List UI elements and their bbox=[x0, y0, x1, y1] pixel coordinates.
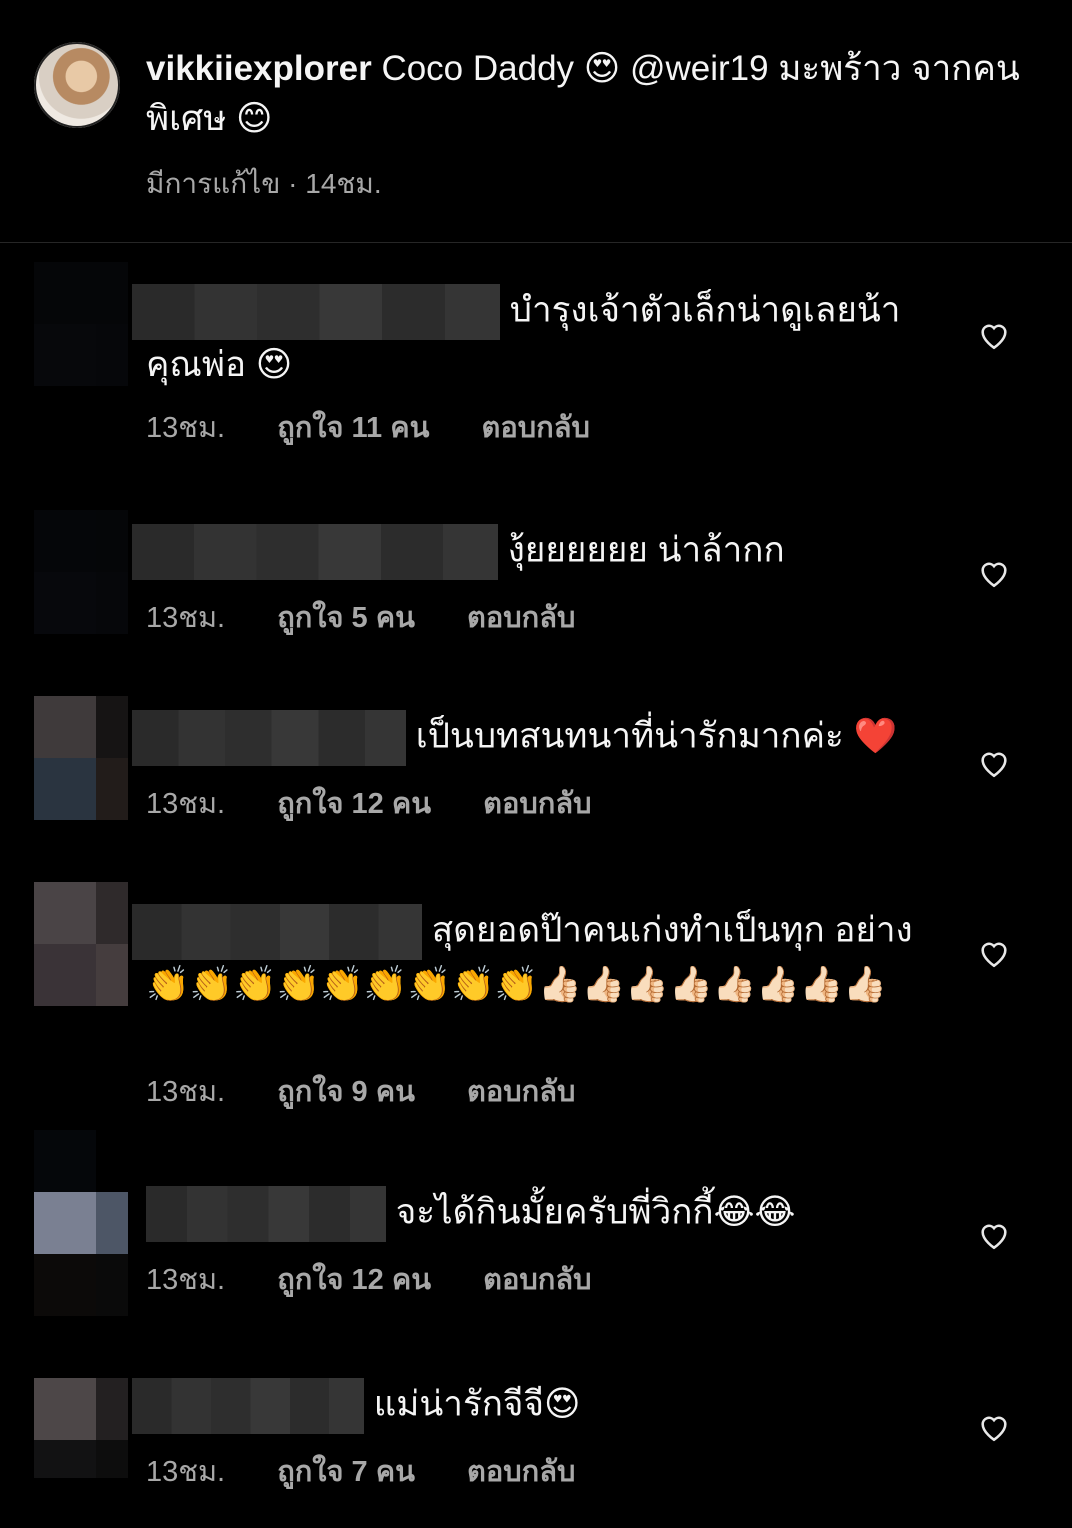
comment-text: แม่น่ารักจีจี😍 bbox=[132, 1378, 936, 1434]
reply-button[interactable]: ตอบกลับ bbox=[467, 1456, 575, 1488]
comment-likes[interactable]: ถูกใจ 11 คน bbox=[277, 412, 429, 444]
comment-body: แม่น่ารักจีจี😍 bbox=[373, 1384, 581, 1424]
like-heart-icon[interactable] bbox=[976, 1410, 1012, 1444]
comment-body: เป็นบทสนทนาที่น่ารักมากค่ะ ❤️ bbox=[415, 716, 898, 756]
like-heart-icon[interactable] bbox=[976, 318, 1012, 352]
comment-meta: 13ชม. ถูกใจ 5 คน ตอบกลับ bbox=[146, 594, 619, 640]
like-heart-icon[interactable] bbox=[976, 1218, 1012, 1252]
redacted-username bbox=[132, 1378, 364, 1434]
redacted-username bbox=[132, 284, 500, 340]
redacted-username bbox=[146, 1186, 386, 1242]
comment-avatar[interactable] bbox=[34, 1130, 128, 1316]
comment-likes[interactable]: ถูกใจ 7 คน bbox=[277, 1456, 415, 1488]
comment-time: 13ชม. bbox=[146, 1264, 226, 1296]
comment-avatar[interactable] bbox=[34, 262, 128, 386]
like-heart-icon[interactable] bbox=[976, 936, 1012, 970]
comment-likes[interactable]: ถูกใจ 12 คน bbox=[277, 1264, 431, 1296]
reply-button[interactable]: ตอบกลับ bbox=[467, 602, 575, 634]
like-heart-icon[interactable] bbox=[976, 746, 1012, 780]
redacted-username bbox=[132, 710, 406, 766]
comment-text: สุดยอดป๊าคนเก่งทำเป็นทุก อย่าง👏👏👏👏👏👏👏👏👏👍… bbox=[132, 904, 936, 1010]
comment-text: บำรุงเจ้าตัวเล็กน่าดูเลยน้า คุณพ่อ 😍 bbox=[132, 284, 936, 390]
comment-meta: 13ชม. ถูกใจ 12 คน ตอบกลับ bbox=[146, 1256, 636, 1302]
comment-text: งุ้ยยยยยย น่าล้ากก bbox=[132, 524, 936, 580]
comment-time: 13ชม. bbox=[146, 1456, 226, 1488]
comment-time: 13ชม. bbox=[146, 1076, 226, 1108]
comment-avatar[interactable] bbox=[34, 1378, 128, 1478]
caption-username[interactable]: vikkiiexplorer bbox=[146, 49, 372, 88]
reply-button[interactable]: ตอบกลับ bbox=[483, 788, 591, 820]
redacted-username bbox=[132, 904, 422, 960]
like-heart-icon[interactable] bbox=[976, 556, 1012, 590]
comment-meta: 13ชม. ถูกใจ 11 คน ตอบกลับ bbox=[146, 404, 634, 450]
caption-meta: มีการแก้ไข · 14ชม. bbox=[146, 168, 382, 199]
comment-avatar[interactable] bbox=[34, 882, 128, 1006]
comment-meta: 13ชม. ถูกใจ 12 คน ตอบกลับ bbox=[146, 780, 636, 826]
comment-likes[interactable]: ถูกใจ 9 คน bbox=[277, 1076, 415, 1108]
reply-button[interactable]: ตอบกลับ bbox=[482, 412, 590, 444]
comment-meta: 13ชม. ถูกใจ 9 คน ตอบกลับ bbox=[146, 1068, 619, 1114]
post-caption: vikkiiexplorer Coco Daddy 😍 @weir19 มะพร… bbox=[0, 0, 1072, 242]
author-avatar[interactable] bbox=[34, 42, 120, 128]
divider bbox=[0, 242, 1072, 243]
comment-text: จะได้กินมั้ยครับพี่วิกกี้😂😂 bbox=[146, 1186, 936, 1242]
caption-text: vikkiiexplorer Coco Daddy 😍 @weir19 มะพร… bbox=[146, 44, 1026, 144]
comment-likes[interactable]: ถูกใจ 12 คน bbox=[277, 788, 431, 820]
redacted-username bbox=[132, 524, 498, 580]
comment-time: 13ชม. bbox=[146, 412, 226, 444]
comment-text: เป็นบทสนทนาที่น่ารักมากค่ะ ❤️ bbox=[132, 710, 936, 766]
comment-time: 13ชม. bbox=[146, 788, 226, 820]
comment-time: 13ชม. bbox=[146, 602, 226, 634]
comment-avatar[interactable] bbox=[34, 510, 128, 634]
comment-body: งุ้ยยยยยย น่าล้ากก bbox=[507, 530, 785, 570]
comment-likes[interactable]: ถูกใจ 5 คน bbox=[277, 602, 415, 634]
reply-button[interactable]: ตอบกลับ bbox=[467, 1076, 575, 1108]
comment-avatar[interactable] bbox=[34, 696, 128, 820]
comment-body: จะได้กินมั้ยครับพี่วิกกี้😂😂 bbox=[395, 1192, 796, 1232]
reply-button[interactable]: ตอบกลับ bbox=[483, 1264, 591, 1296]
comment-meta: 13ชม. ถูกใจ 7 คน ตอบกลับ bbox=[146, 1448, 619, 1494]
